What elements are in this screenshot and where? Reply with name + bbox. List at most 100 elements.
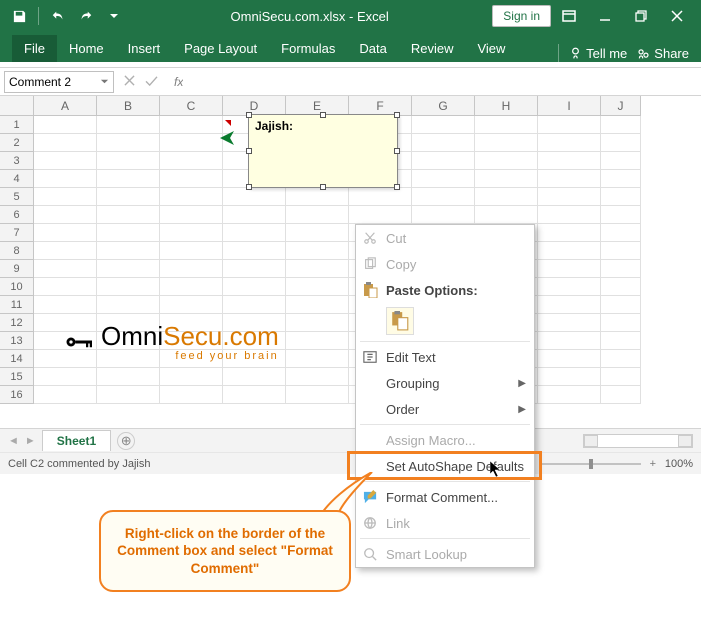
minimize-icon[interactable] <box>587 2 623 30</box>
menu-link[interactable]: Link <box>356 510 534 536</box>
row-header[interactable]: 7 <box>0 224 34 242</box>
cut-icon <box>361 229 379 247</box>
tab-data[interactable]: Data <box>347 35 398 62</box>
copy-icon <box>361 255 379 273</box>
menu-paste-options-header: Paste Options: <box>356 277 534 303</box>
row-header[interactable]: 2 <box>0 134 34 152</box>
resize-handle[interactable] <box>320 112 326 118</box>
tab-view[interactable]: View <box>465 35 517 62</box>
menu-cut[interactable]: Cut <box>356 225 534 251</box>
row-header[interactable]: 5 <box>0 188 34 206</box>
window-title: OmniSecu.com.xlsx - Excel <box>127 9 492 24</box>
row-header[interactable]: 1 <box>0 116 34 134</box>
status-text: Cell C2 commented by Jajish <box>8 458 150 470</box>
sheet-tab[interactable]: Sheet1 <box>42 430 111 451</box>
row-header[interactable]: 16 <box>0 386 34 404</box>
col-header[interactable]: G <box>412 96 475 116</box>
col-header[interactable]: C <box>160 96 223 116</box>
tab-insert[interactable]: Insert <box>116 35 173 62</box>
zoom-in-icon[interactable]: + <box>647 458 659 470</box>
resize-handle[interactable] <box>246 112 252 118</box>
share-button[interactable]: Share <box>637 46 689 61</box>
tab-formulas[interactable]: Formulas <box>269 35 347 62</box>
fx-label[interactable]: fx <box>174 75 183 89</box>
row-header[interactable]: 9 <box>0 260 34 278</box>
resize-handle[interactable] <box>246 184 252 190</box>
col-header[interactable]: A <box>34 96 97 116</box>
col-header[interactable]: H <box>475 96 538 116</box>
comment-box[interactable]: Jajish: <box>248 114 398 188</box>
col-header[interactable]: E <box>286 96 349 116</box>
tab-home[interactable]: Home <box>57 35 116 62</box>
row-header[interactable]: 12 <box>0 314 34 332</box>
edit-text-icon <box>361 348 379 366</box>
menu-edit-text[interactable]: Edit Text <box>356 344 534 370</box>
scroll-right-icon[interactable] <box>678 435 692 447</box>
row-header[interactable]: 6 <box>0 206 34 224</box>
close-icon[interactable] <box>659 2 695 30</box>
menu-smart-lookup[interactable]: Smart Lookup <box>356 541 534 567</box>
comment-author: Jajish: <box>255 119 293 133</box>
col-header[interactable]: I <box>538 96 601 116</box>
chevron-down-icon[interactable] <box>100 75 109 89</box>
menu-copy[interactable]: Copy <box>356 251 534 277</box>
resize-handle[interactable] <box>394 184 400 190</box>
sign-in-button[interactable]: Sign in <box>492 5 551 27</box>
paste-icon <box>361 281 379 299</box>
col-header[interactable]: F <box>349 96 412 116</box>
save-icon[interactable] <box>6 3 32 29</box>
menu-format-comment[interactable]: Format Comment... <box>356 484 534 510</box>
context-menu: Cut Copy Paste Options: Edit Text Groupi… <box>355 224 535 568</box>
qat-dropdown-icon[interactable] <box>101 3 127 29</box>
formula-bar-input[interactable] <box>183 71 701 93</box>
menu-order[interactable]: Order▶ <box>356 396 534 422</box>
row-header[interactable]: 3 <box>0 152 34 170</box>
menu-grouping[interactable]: Grouping▶ <box>356 370 534 396</box>
add-sheet-button[interactable]: ⊕ <box>117 432 135 450</box>
col-header[interactable]: D <box>223 96 286 116</box>
cancel-icon[interactable] <box>124 73 135 91</box>
col-header[interactable]: B <box>97 96 160 116</box>
row-header[interactable]: 13 <box>0 332 34 350</box>
resize-handle[interactable] <box>394 148 400 154</box>
row-header[interactable]: 10 <box>0 278 34 296</box>
row-header[interactable]: 11 <box>0 296 34 314</box>
next-sheet-icon[interactable]: ► <box>25 435 36 447</box>
enter-icon[interactable] <box>145 73 158 91</box>
submenu-arrow-icon: ▶ <box>518 404 526 415</box>
scroll-left-icon[interactable] <box>584 435 598 447</box>
row-header[interactable]: 15 <box>0 368 34 386</box>
restore-icon[interactable] <box>623 2 659 30</box>
paste-option-icon[interactable] <box>386 307 414 335</box>
prev-sheet-icon[interactable]: ◄ <box>8 435 19 447</box>
smart-lookup-icon <box>361 545 379 563</box>
row-header[interactable]: 14 <box>0 350 34 368</box>
tell-me[interactable]: Tell me <box>569 46 627 61</box>
menu-set-autoshape-defaults[interactable]: Set AutoShape Defaults <box>356 453 534 479</box>
cursor-icon <box>490 461 506 477</box>
tab-file[interactable]: File <box>12 35 57 62</box>
menu-paste-option[interactable] <box>356 303 534 339</box>
tab-page-layout[interactable]: Page Layout <box>172 35 269 62</box>
submenu-arrow-icon: ▶ <box>518 378 526 389</box>
horizontal-scrollbar[interactable] <box>583 434 693 448</box>
tab-review[interactable]: Review <box>399 35 466 62</box>
resize-handle[interactable] <box>394 112 400 118</box>
resize-handle[interactable] <box>246 148 252 154</box>
comment-indicator-icon <box>225 120 231 126</box>
redo-icon[interactable] <box>73 3 99 29</box>
resize-handle[interactable] <box>320 184 326 190</box>
row-header[interactable]: 8 <box>0 242 34 260</box>
row-header[interactable]: 4 <box>0 170 34 188</box>
comment-arrow-icon <box>220 131 234 145</box>
col-header[interactable]: J <box>601 96 641 116</box>
zoom-value[interactable]: 100% <box>665 458 693 470</box>
menu-assign-macro[interactable]: Assign Macro... <box>356 427 534 453</box>
undo-icon[interactable] <box>45 3 71 29</box>
ribbon-display-options-icon[interactable] <box>551 2 587 30</box>
instruction-callout: Right-click on the border of the Comment… <box>99 510 351 592</box>
name-box[interactable]: Comment 2 <box>4 71 114 93</box>
select-all-corner[interactable] <box>0 96 34 116</box>
zoom-slider[interactable]: − + 100% <box>523 458 693 470</box>
omnisecu-logo: OmniSecu.com feed your brain <box>65 321 279 362</box>
